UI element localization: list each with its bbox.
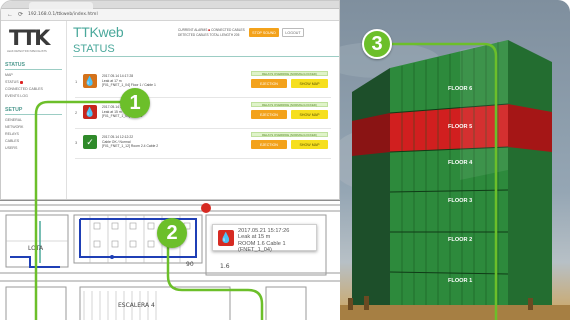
event-row: 1 💧 2017.05.14 14:17:28 Leak at 17 m [F0… bbox=[75, 70, 331, 98]
ejection-button[interactable]: EJECTION bbox=[251, 110, 287, 119]
event-number: 2 bbox=[75, 110, 78, 115]
water-drop-icon: 💧 bbox=[83, 105, 97, 119]
ttkweb-app-window: ← ⟳ 192.168.0.1/ttkweb/index.html TTK LE… bbox=[0, 0, 340, 200]
detected-cables-label: DETECTED CABLES TOTAL LENGTH 205 bbox=[178, 33, 240, 37]
event-text: 2017.05.14 12:12:22 Cable OK / Normal [F… bbox=[102, 135, 158, 149]
alarm-badge bbox=[19, 80, 23, 84]
stairs-label: ESCALERA 4 bbox=[118, 302, 155, 309]
distance-label: 90 bbox=[186, 261, 194, 268]
connected-cables-label: CONNECTED CABLES bbox=[211, 28, 245, 32]
sidebar-item-connected-cables[interactable]: CONNECTED CABLES bbox=[5, 87, 62, 91]
relays-override-badge[interactable]: RELAYS OVERRIDE (NORMAL/LOCKED) bbox=[251, 132, 328, 137]
floor-label-5: FLOOR 5 bbox=[448, 124, 473, 130]
stop-sound-button[interactable]: STOP SOUND bbox=[249, 28, 279, 37]
sidebar-item-label: EVENTS LOG bbox=[5, 94, 28, 98]
ttk-logo: TTK bbox=[9, 26, 50, 50]
leak-alarm-popup[interactable]: 💧 2017.05.21 15:17:26 Leak at 15 m ROOM … bbox=[212, 224, 317, 254]
sidebar-item-map[interactable]: MAP bbox=[5, 73, 62, 77]
refresh-icon[interactable]: ⟳ bbox=[18, 12, 23, 18]
event-number: 3 bbox=[75, 140, 78, 145]
floor-label-1: FLOOR 1 bbox=[448, 278, 473, 284]
sidebar-item-label: CABLES bbox=[5, 139, 20, 143]
water-drop-icon: 💧 bbox=[83, 74, 97, 88]
sidebar-section-setup: SETUP bbox=[5, 107, 62, 115]
sidebar-item-label: STATUS bbox=[5, 80, 19, 84]
sidebar-item-network[interactable]: NETWORK bbox=[5, 125, 62, 129]
water-drop-icon: 💧 bbox=[218, 230, 234, 246]
sidebar: TTK LEAK DETECTION SPECIALISTS STATUS MA… bbox=[1, 21, 67, 199]
browser-address-bar[interactable]: ← ⟳ 192.168.0.1/ttkweb/index.html bbox=[1, 9, 339, 21]
sidebar-item-label: CONNECTED CABLES bbox=[5, 87, 43, 91]
alarm-indicator-icon: ■ bbox=[208, 28, 211, 32]
floor-label-2: FLOOR 2 bbox=[448, 237, 473, 243]
logout-button[interactable]: LOGOUT bbox=[282, 28, 304, 37]
relays-override-badge[interactable]: RELAYS OVERRIDE (NORMAL/LOCKED) bbox=[251, 102, 328, 107]
sidebar-item-label: NETWORK bbox=[5, 125, 24, 129]
event-row: 3 ✓ 2017.05.14 12:12:22 Cable OK / Norma… bbox=[75, 131, 331, 159]
main-content: TTKweb CURRENT ALARMS ■ CONNECTED CABLES… bbox=[67, 21, 339, 199]
marker-3: 3 bbox=[362, 29, 392, 59]
event-location: [F01_FNET_1_12] Room 2.4 Cable 2 bbox=[102, 144, 159, 149]
room-code-label: 1.6 bbox=[220, 263, 230, 270]
current-alarms-label: CURRENT ALARMS bbox=[178, 28, 208, 32]
sidebar-item-relays[interactable]: RELAYS bbox=[5, 132, 62, 136]
show-map-button[interactable]: SHOW MAP bbox=[291, 140, 328, 149]
floor-label-3: FLOOR 3 bbox=[448, 198, 473, 204]
browser-tab[interactable] bbox=[29, 2, 93, 9]
show-map-button[interactable]: SHOW MAP bbox=[291, 110, 328, 119]
url-text[interactable]: 192.168.0.1/ttkweb/index.html bbox=[28, 12, 98, 17]
marker-1: 1 bbox=[120, 88, 150, 118]
popup-location: ROOM 1.6 Cable 1 (FNET_1_04) bbox=[238, 240, 286, 254]
browser-tab-bar bbox=[1, 1, 339, 9]
sidebar-item-label: GENERAL bbox=[5, 118, 23, 122]
marker-2: 2 bbox=[157, 218, 187, 248]
room-label: LOTA bbox=[28, 245, 44, 252]
event-row: 2 💧 2017.05.14 14:12:03 Leak at 15 m [F0… bbox=[75, 101, 331, 129]
event-location: [F01_FNET_1_04] Floor 1 / Cable 1 bbox=[102, 83, 156, 88]
back-arrow-icon[interactable]: ← bbox=[7, 12, 13, 18]
header-info: CURRENT ALARMS ■ CONNECTED CABLES DETECT… bbox=[178, 28, 245, 38]
popup-text: 2017.05.21 15:17:26 Leak at 15 m ROOM 1.… bbox=[238, 228, 316, 254]
relays-override-badge[interactable]: RELAYS OVERRIDE (NORMAL/LOCKED) bbox=[251, 71, 328, 76]
ejection-button[interactable]: EJECTION bbox=[251, 79, 287, 88]
show-map-button[interactable]: SHOW MAP bbox=[291, 79, 328, 88]
logo-tagline: LEAK DETECTION SPECIALISTS bbox=[7, 50, 47, 53]
sidebar-item-label: RELAYS bbox=[5, 132, 19, 136]
event-number: 1 bbox=[75, 79, 78, 84]
sidebar-item-status[interactable]: STATUS bbox=[5, 80, 62, 84]
sidebar-item-label: MAP bbox=[5, 73, 13, 77]
checkmark-icon: ✓ bbox=[83, 135, 97, 149]
sidebar-item-label: USERS bbox=[5, 146, 18, 150]
sidebar-item-general[interactable]: GENERAL bbox=[5, 118, 62, 122]
ejection-button[interactable]: EJECTION bbox=[251, 140, 287, 149]
page-title: STATUS bbox=[73, 43, 339, 57]
floor-label-6: FLOOR 6 bbox=[448, 86, 473, 92]
event-text: 2017.05.14 14:17:28 Leak at 17 m [F01_FN… bbox=[102, 74, 156, 88]
sidebar-item-events-log[interactable]: EVENTS LOG bbox=[5, 94, 62, 98]
sidebar-item-users[interactable]: USERS bbox=[5, 146, 62, 150]
floor-label-4: FLOOR 4 bbox=[448, 160, 473, 166]
sidebar-section-status: STATUS bbox=[5, 62, 62, 70]
sidebar-item-cables[interactable]: CABLES bbox=[5, 139, 62, 143]
